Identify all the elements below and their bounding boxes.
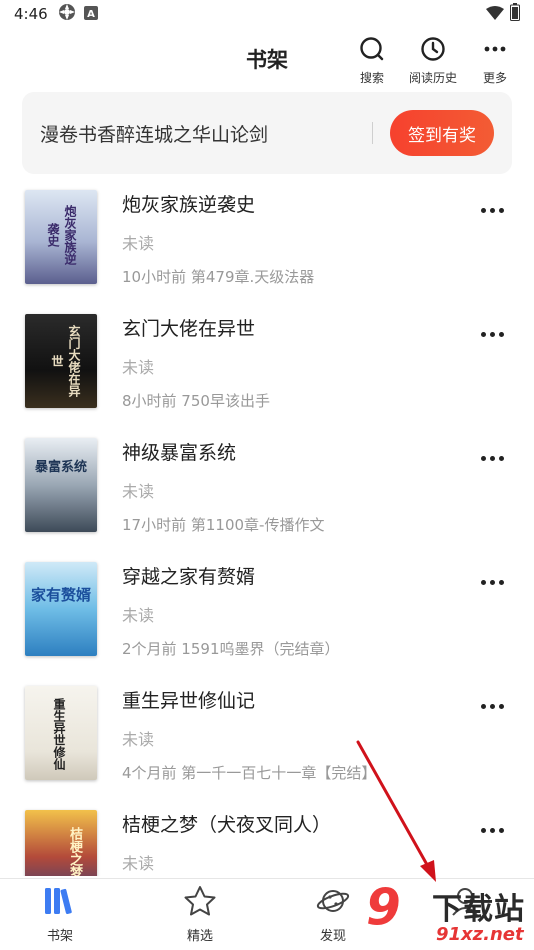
- planet-icon: [316, 885, 350, 921]
- wifi-icon: [486, 5, 504, 24]
- book-item[interactable]: 玄门大佬在异世 玄门大佬在异世 未读 8小时前 750早该出手: [0, 310, 534, 420]
- book-cover: 桔梗之梦: [25, 810, 97, 876]
- book-cover: 家有赘婿: [25, 562, 97, 656]
- search-button[interactable]: 搜索: [355, 36, 389, 86]
- book-title: 穿越之家有赘婿: [122, 566, 256, 588]
- bookshelf-icon: [43, 885, 77, 921]
- book-item[interactable]: 家有赘婿 穿越之家有赘婿 未读 2个月前 1591呜墨界（完结章）: [0, 558, 534, 668]
- search-label: 搜索: [359, 71, 384, 85]
- book-title: 重生异世修仙记: [122, 690, 256, 712]
- watermark-brand: 下载站: [432, 892, 525, 927]
- site-watermark: 9 下载站 91xz.net: [362, 878, 534, 950]
- font-a-icon: A: [83, 5, 98, 24]
- nav-discover-label: 发现: [319, 929, 346, 944]
- more-label: 更多: [482, 71, 507, 85]
- cover-title-text: 家有赘婿: [30, 586, 91, 604]
- book-title: 玄门大佬在异世: [122, 318, 256, 340]
- cover-title-text: 炮灰家族逆袭史: [46, 205, 77, 265]
- book-item[interactable]: 桔梗之梦 桔梗之梦（犬夜叉同人） 未读: [0, 806, 534, 876]
- cover-title-text: 桔梗之梦: [67, 827, 82, 876]
- reading-history-label: 阅读历史: [408, 71, 457, 85]
- nav-featured[interactable]: 精选: [155, 885, 245, 944]
- book-more-button[interactable]: [474, 324, 510, 344]
- battery-icon: [510, 3, 520, 25]
- book-cover: 玄门大佬在异世: [25, 314, 97, 408]
- book-more-button[interactable]: [474, 200, 510, 220]
- status-time: 4:46: [14, 5, 48, 23]
- book-title: 桔梗之梦（犬夜叉同人）: [122, 814, 332, 836]
- promo-banner[interactable]: 漫卷书香醉连城之华山论剑 签到有奖: [22, 92, 512, 174]
- book-read-status: 未读: [122, 358, 155, 377]
- watermark-url: 91xz.net: [436, 924, 524, 945]
- book-progress: 2个月前 1591呜墨界（完结章）: [122, 640, 340, 658]
- app-header: 书架 搜索 阅读历史 更多: [0, 28, 534, 88]
- watermark-logo: 9: [366, 878, 401, 936]
- bookshelf-list: 炮灰家族逆袭史 炮灰家族逆袭史 未读 10小时前 第479章.天级法器 玄门大佬…: [0, 186, 534, 876]
- book-more-button[interactable]: [474, 448, 510, 468]
- book-read-status: 未读: [122, 854, 155, 873]
- status-bar: 4:46 A: [0, 0, 534, 28]
- star-icon: [183, 885, 217, 921]
- book-progress: 17小时前 第1100章-传播作文: [122, 516, 325, 534]
- search-icon: [359, 36, 385, 66]
- book-progress: 4个月前 第一千一百七十一章【完结】: [122, 764, 377, 782]
- nav-featured-label: 精选: [186, 929, 213, 944]
- cover-title-text: 玄门大佬在异世: [50, 325, 81, 397]
- banner-divider: [372, 122, 373, 144]
- nav-bookshelf-label: 书架: [46, 929, 73, 944]
- book-title: 神级暴富系统: [122, 442, 237, 464]
- cover-title-text: 重生异世修仙: [52, 698, 66, 770]
- book-read-status: 未读: [122, 730, 155, 749]
- book-item[interactable]: 暴富系统 神级暴富系统 未读 17小时前 第1100章-传播作文: [0, 434, 534, 544]
- book-read-status: 未读: [122, 606, 155, 625]
- cover-title-text: 暴富系统: [34, 460, 87, 475]
- book-item[interactable]: 炮灰家族逆袭史 炮灰家族逆袭史 未读 10小时前 第479章.天级法器: [0, 186, 534, 296]
- status-left-icons: A: [58, 3, 98, 25]
- more-button[interactable]: 更多: [478, 36, 512, 86]
- checkin-reward-button[interactable]: 签到有奖: [390, 110, 494, 156]
- reading-history-button[interactable]: 阅读历史: [405, 36, 461, 86]
- book-progress: 8小时前 750早该出手: [122, 392, 270, 410]
- book-more-button[interactable]: [474, 572, 510, 592]
- banner-text: 漫卷书香醉连城之华山论剑: [40, 124, 269, 146]
- book-more-button[interactable]: [474, 820, 510, 840]
- settings-wheel-icon: [58, 3, 76, 25]
- book-cover: 重生异世修仙: [25, 686, 97, 780]
- book-cover: 暴富系统: [25, 438, 97, 532]
- book-more-button[interactable]: [474, 696, 510, 716]
- clock-icon: [420, 36, 446, 66]
- more-icon: [482, 36, 508, 66]
- svg-text:A: A: [87, 9, 95, 20]
- book-read-status: 未读: [122, 482, 155, 501]
- book-cover: 炮灰家族逆袭史: [25, 190, 97, 284]
- nav-bookshelf[interactable]: 书架: [15, 885, 105, 944]
- book-title: 炮灰家族逆袭史: [122, 194, 256, 216]
- book-read-status: 未读: [122, 234, 155, 253]
- book-item[interactable]: 重生异世修仙 重生异世修仙记 未读 4个月前 第一千一百七十一章【完结】: [0, 682, 534, 792]
- status-right-icons: [486, 3, 520, 25]
- book-progress: 10小时前 第479章.天级法器: [122, 268, 315, 286]
